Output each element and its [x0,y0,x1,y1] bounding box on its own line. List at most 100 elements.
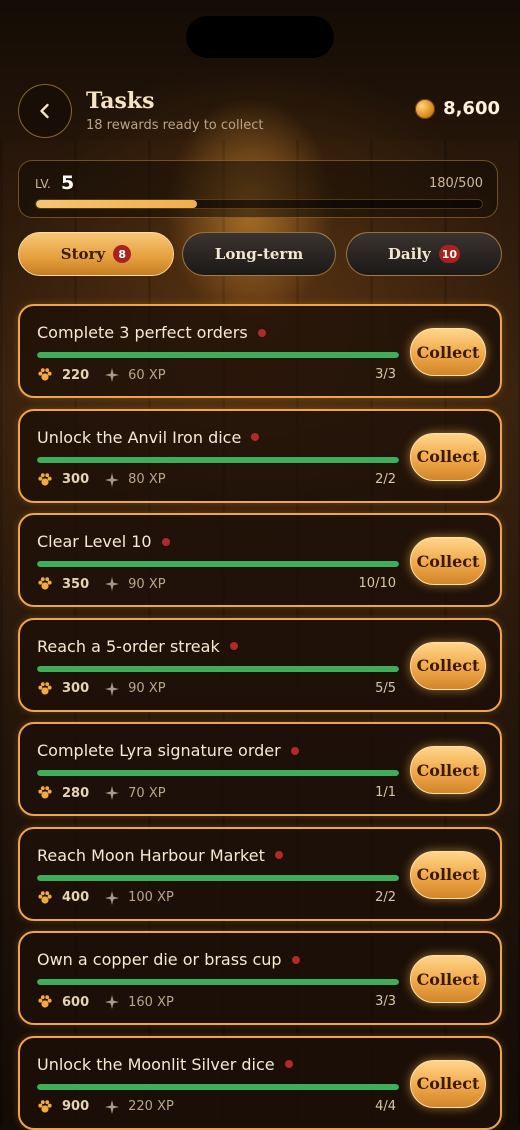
task-progress-count: 3/3 [375,994,396,1009]
reward-xp: 220 XP [128,1099,174,1114]
paw-coin-icon [37,367,53,383]
reward-xp: 80 XP [128,472,166,487]
reward-xp: 100 XP [128,890,174,905]
reward-coins: 350 [62,576,90,592]
task-rewards: 300 90 XP [37,681,166,697]
collect-button[interactable]: Collect [410,641,486,690]
coin-balance: 8,600 [415,98,500,119]
task-progress-fill [37,770,399,776]
task-title: Own a copper die or brass cup [37,950,282,969]
page-subtitle: 18 rewards ready to collect [86,118,264,133]
collect-button[interactable]: Collect [410,432,486,481]
task-progress-bar [37,1083,399,1090]
task-rewards: 280 70 XP [37,785,166,801]
new-indicator-dot [251,433,260,441]
new-indicator-dot [257,328,266,337]
sparkle-icon [105,472,120,487]
collect-button[interactable]: Collect [410,955,486,1003]
task-title-row: Complete Lyra signature order [37,741,299,760]
task-rewards: 900 220 XP [37,1099,174,1115]
task-card: Reach a 5-order streak 300 90 XP 5/5 Collect [18,617,502,712]
collect-button[interactable]: Collect [410,1059,486,1108]
tab-long-term[interactable]: Long-term [182,232,336,276]
task-progress-count: 1/1 [375,785,396,800]
reward-coins: 280 [62,785,90,801]
task-progress-bar [37,665,399,672]
task-rewards: 220 60 XP [37,367,166,383]
new-indicator-dot [284,1060,293,1068]
level-label: LV. [35,177,51,191]
task-progress-count: 2/2 [375,471,396,487]
task-progress-fill [37,352,399,358]
new-indicator-dot [291,955,300,964]
tab-story-badge: 8 [113,245,132,263]
header: Tasks 18 rewards ready to collect 8,600 [0,82,520,142]
collect-button[interactable]: Collect [410,328,486,376]
task-rewards: 350 90 XP [37,576,166,592]
task-card: Own a copper die or brass cup 600 160 XP 3/… [18,931,502,1025]
device-notch [186,16,334,58]
level-value: 5 [61,172,75,194]
back-button[interactable] [18,84,72,138]
paw-coin-icon [37,785,53,801]
task-progress-fill [37,1083,399,1090]
task-title: Unlock the Anvil Iron dice [37,427,242,447]
reward-xp: 90 XP [128,681,166,696]
sparkle-icon [105,368,120,382]
tab-daily[interactable]: Daily 10 [346,232,502,276]
task-card: Complete 3 perfect orders 220 60 XP 3/3 Coll… [18,304,502,398]
task-progress-count: 4/4 [375,1098,396,1114]
task-rewards: 600 160 XP [37,994,174,1010]
collect-button[interactable]: Collect [410,537,486,585]
task-title-row: Complete 3 perfect orders [37,323,266,342]
sparkle-icon [105,1099,120,1114]
new-indicator-dot [290,746,299,755]
task-progress-bar [37,352,399,358]
coin-amount: 8,600 [443,98,500,119]
task-title-row: Clear Level 10 [37,532,170,551]
task-title: Unlock the Moonlit Silver dice [37,1054,275,1074]
new-indicator-dot [274,851,283,859]
reward-coins: 220 [62,367,90,383]
task-progress-fill [37,979,399,985]
task-tabs: Story 8 Long-term Daily 10 [18,232,502,278]
paw-coin-icon [37,994,53,1010]
task-progress-fill [37,874,399,881]
task-title: Complete 3 perfect orders [37,323,248,342]
task-card: Clear Level 10 350 90 XP 10/10 Collect [18,513,502,607]
task-title-row: Reach a 5-order streak [37,637,238,656]
task-progress-fill [37,665,399,672]
task-card: Unlock the Anvil Iron dice 300 80 XP 2/2 Col… [18,408,502,503]
reward-coins: 400 [62,890,90,905]
level-progress-bar [35,199,483,209]
level-card: LV. 5 180/500 [18,160,498,218]
sparkle-icon [105,890,120,905]
reward-coins: 300 [62,681,90,696]
new-indicator-dot [161,537,170,546]
chevron-left-icon [40,103,49,119]
tab-story[interactable]: Story 8 [18,232,174,276]
reward-coins: 600 [62,994,90,1010]
task-progress-bar [37,979,399,985]
task-progress-bar [37,770,399,776]
collect-button[interactable]: Collect [410,850,486,899]
collect-button[interactable]: Collect [410,746,486,794]
reward-xp: 160 XP [128,994,174,1010]
task-progress-count: 3/3 [375,367,396,382]
task-progress-count: 5/5 [375,680,396,696]
task-title-row: Unlock the Anvil Iron dice [37,427,260,447]
paw-coin-icon [37,890,53,906]
sparkle-icon [105,681,120,696]
reward-coins: 900 [62,1099,90,1114]
paw-coin-icon [37,681,53,697]
paw-coin-icon [37,472,53,488]
paw-coin-icon [37,576,53,592]
level-xp-count: 180/500 [428,176,483,191]
task-progress-bar [37,456,399,463]
sparkle-icon [105,786,120,800]
reward-xp: 70 XP [128,785,166,801]
task-progress-count: 2/2 [375,889,396,905]
task-card: Unlock the Moonlit Silver dice 900 220 XP 4… [18,1035,502,1130]
tab-long-term-label: Long-term [214,245,304,263]
reward-xp: 60 XP [128,367,166,383]
